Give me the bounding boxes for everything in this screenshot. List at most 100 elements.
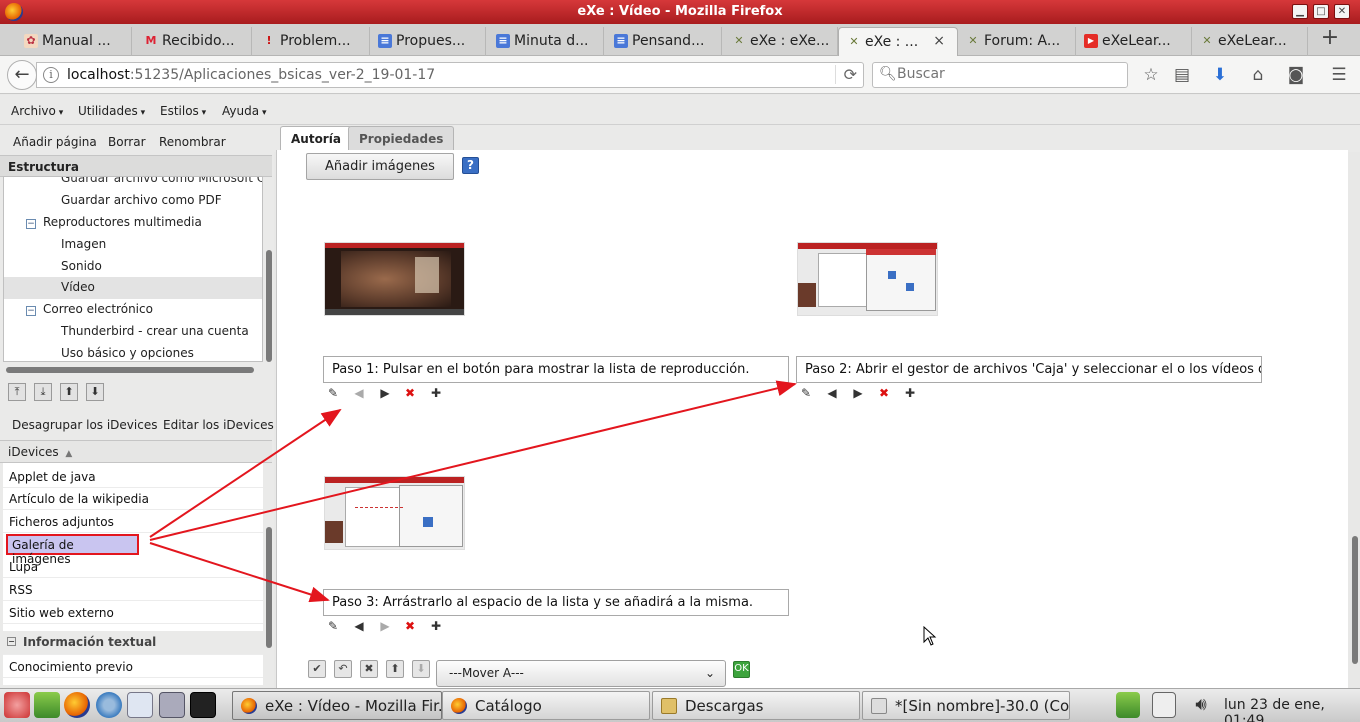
ungroup-idevices-button[interactable]: Desagrupar los iDevices <box>12 418 157 432</box>
edit-idevices-button[interactable]: Editar los iDevices <box>163 418 274 432</box>
close-tab-icon[interactable]: × <box>933 33 945 49</box>
move-left-icon[interactable]: ◀ <box>351 385 367 401</box>
tab-propiedades[interactable]: Propiedades <box>348 126 455 150</box>
browser-tab-pensand[interactable]: ≡ Pensand... <box>606 27 722 56</box>
gallery-thumbnail-3[interactable] <box>324 476 465 550</box>
taskbar-task-catalogo[interactable]: Catálogo <box>442 691 650 720</box>
idevices-heading[interactable]: iDevices ▲ <box>0 440 272 463</box>
move-down-icon[interactable]: ⬇ <box>86 383 104 401</box>
search-input[interactable] <box>897 66 1117 82</box>
move-right-icon[interactable]: ▶ <box>377 618 393 634</box>
taskbar-task-descargas[interactable]: Descargas <box>652 691 860 720</box>
move-down-icon[interactable]: ⬇ <box>412 660 430 678</box>
help-icon[interactable]: ? <box>462 157 479 174</box>
downloads-icon[interactable]: ⬇ <box>1209 64 1231 86</box>
browser-tab-exelear[interactable]: ✕ eXeLear... <box>1192 27 1308 56</box>
tree-node[interactable]: Correo electrónico <box>43 302 153 316</box>
taskbar-task-editor[interactable]: *[Sin nombre]-30.0 (Co... <box>862 691 1070 720</box>
idevice-galeria-imagenes[interactable]: Galería de imágenes <box>6 534 139 566</box>
tree-node[interactable]: Uso básico y opciones <box>61 346 194 360</box>
delete-image-icon[interactable]: ✖ <box>876 385 892 401</box>
home-icon[interactable]: ⌂ <box>1247 64 1269 86</box>
edit-pencil-icon[interactable]: ✎ <box>325 618 341 634</box>
add-image-icon[interactable]: ✚ <box>428 385 444 401</box>
tree-vertical-scrollbar[interactable] <box>266 250 272 362</box>
edit-pencil-icon[interactable]: ✎ <box>798 385 814 401</box>
collapse-toggle-icon[interactable]: − <box>26 219 36 229</box>
add-images-button[interactable]: Añadir imágenes <box>306 153 454 180</box>
hamburger-menu-icon[interactable]: ☰ <box>1328 64 1350 86</box>
add-image-icon[interactable]: ✚ <box>428 618 444 634</box>
delete-idevice-icon[interactable]: ✖ <box>360 660 378 678</box>
move-up-icon[interactable]: ⬆ <box>386 660 404 678</box>
delete-image-icon[interactable]: ✖ <box>402 385 418 401</box>
tree-node[interactable]: Reproductores multimedia <box>43 215 202 229</box>
new-tab-button[interactable]: + <box>1318 27 1342 51</box>
terminal-icon[interactable] <box>190 692 216 718</box>
reload-icon[interactable]: ⟳ <box>834 65 857 84</box>
move-bottom-icon[interactable]: ⤓ <box>34 383 52 401</box>
volume-icon[interactable]: 🔊︎ <box>1188 692 1214 718</box>
gallery-thumbnail-2[interactable] <box>797 242 938 316</box>
idevice-rss[interactable]: RSS <box>3 579 263 601</box>
gallery-thumbnail-1[interactable] <box>324 242 465 316</box>
browser-tab-exe-active[interactable]: ✕ eXe : ... × <box>838 27 958 56</box>
tree-node[interactable]: Thunderbird - crear una cuenta <box>61 324 249 338</box>
browser-tab-manual[interactable]: ✿ Manual ... <box>16 27 132 56</box>
idevices-scrollbar[interactable] <box>266 527 272 648</box>
tree-node[interactable]: Guardar archivo como PDF <box>61 193 222 207</box>
browser-tab-forum[interactable]: ✕ Forum: A... <box>958 27 1076 56</box>
undo-icon[interactable]: ↶ <box>334 660 352 678</box>
idevice-sitio-web-externo[interactable]: Sitio web externo <box>3 602 263 624</box>
caption-field-1[interactable]: Paso 1: Pulsar en el botón para mostrar … <box>323 356 789 383</box>
add-page-button[interactable]: Añadir página <box>13 135 97 149</box>
menu-ayuda[interactable]: Ayuda <box>222 104 266 118</box>
idevice-lupa[interactable]: Lupa <box>3 556 263 578</box>
browser-tab-problem[interactable]: ! Problem... <box>254 27 370 56</box>
delete-image-icon[interactable]: ✖ <box>402 618 418 634</box>
collapse-toggle-icon[interactable]: − <box>26 306 36 316</box>
idevice-applet-java[interactable]: Applet de java <box>3 466 263 488</box>
idevice-wikipedia[interactable]: Artículo de la wikipedia <box>3 488 263 510</box>
tree-node[interactable]: Imagen <box>61 237 106 251</box>
info-icon[interactable]: i <box>43 67 59 83</box>
system-clock[interactable]: lun 23 de ene, 01:49 <box>1224 697 1360 722</box>
idevice-ficheros-adjuntos[interactable]: Ficheros adjuntos <box>3 511 263 533</box>
content-scrollbar[interactable] <box>1352 536 1358 664</box>
go-button-icon[interactable]: OK <box>733 661 750 678</box>
camera-icon[interactable] <box>159 692 185 718</box>
notes-icon[interactable] <box>127 692 153 718</box>
browser-tab-exelear-yt[interactable]: ▶ eXeLear... <box>1076 27 1192 56</box>
move-left-icon[interactable]: ◀ <box>351 618 367 634</box>
edit-pencil-icon[interactable]: ✎ <box>325 385 341 401</box>
browser-tab-recibido[interactable]: M Recibido... <box>136 27 252 56</box>
bookmark-star-icon[interactable]: ☆ <box>1140 64 1162 86</box>
confirm-check-icon[interactable]: ✔ <box>308 660 326 678</box>
text-editor-icon[interactable] <box>34 692 60 718</box>
move-left-icon[interactable]: ◀ <box>824 385 840 401</box>
taskbar-task-firefox[interactable]: eXe : Vídeo - Mozilla Fir... <box>232 691 442 720</box>
browser-tab-minuta[interactable]: ≡ Minuta d... <box>488 27 604 56</box>
delete-page-button[interactable]: Borrar <box>108 135 146 149</box>
reading-list-icon[interactable]: ▤ <box>1171 64 1193 86</box>
menu-estilos[interactable]: Estilos <box>160 104 206 118</box>
add-image-icon[interactable]: ✚ <box>902 385 918 401</box>
close-window-button[interactable]: ✕ <box>1334 4 1350 19</box>
url-bar[interactable]: i localhost:51235/Aplicaciones_bsicas_ve… <box>36 62 864 88</box>
move-right-icon[interactable]: ▶ <box>850 385 866 401</box>
tree-node[interactable]: Guardar archivo como Microsoft Office <box>61 177 262 185</box>
menu-archivo[interactable]: Archivo <box>11 104 63 118</box>
browser-tab-propues[interactable]: ≡ Propues... <box>370 27 486 56</box>
move-up-icon[interactable]: ⬆ <box>60 383 78 401</box>
tree-node-selected[interactable]: Vídeo <box>4 277 262 299</box>
browser-icon[interactable] <box>96 692 122 718</box>
search-bar[interactable]: 🔍︎ <box>872 62 1128 88</box>
menu-utilidades[interactable]: Utilidades <box>78 104 145 118</box>
firefox-icon[interactable] <box>64 692 90 718</box>
update-notifier-icon[interactable] <box>1116 692 1140 718</box>
keyboard-icon[interactable] <box>1152 692 1176 718</box>
back-button[interactable]: ← <box>7 60 37 90</box>
move-right-icon[interactable]: ▶ <box>377 385 393 401</box>
rename-page-button[interactable]: Renombrar <box>159 135 226 149</box>
caption-field-3[interactable]: Paso 3: Arrástrarlo al espacio de la lis… <box>323 589 789 616</box>
